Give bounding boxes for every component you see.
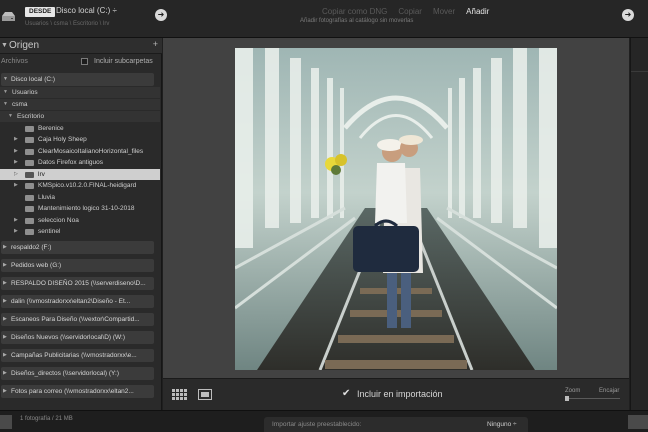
preview-toolbar: ✔ Incluir en importación Zoom Encajar xyxy=(163,378,629,410)
mode-copy-dng[interactable]: Copiar como DNG xyxy=(322,7,387,16)
include-in-import-label[interactable]: Incluir en importación xyxy=(357,389,443,399)
tree-folder[interactable]: ▼ Escritorio xyxy=(0,111,160,122)
import-header: DESDE Disco local (C:) ÷ Usuarios \ csma… xyxy=(0,0,648,38)
preset-label: Importar ajuste preestablecido: xyxy=(272,421,362,428)
expand-triangle-icon[interactable]: ▶ xyxy=(3,277,7,290)
photo-preview[interactable] xyxy=(235,48,557,370)
expand-triangle-icon[interactable]: ▶ xyxy=(14,134,18,145)
preset-value[interactable]: Ninguno ÷ xyxy=(487,421,517,428)
volume-item[interactable]: ▶ RESPALDO DISEÑO 2015 (\\serverdiseno\D… xyxy=(1,277,154,290)
mode-copy[interactable]: Copiar xyxy=(398,7,422,16)
folder-icon xyxy=(25,160,34,166)
folder-icon xyxy=(25,195,34,201)
fit-label: Encajar xyxy=(599,388,620,394)
volume-item[interactable]: ▶ Pedidos web (G:) xyxy=(1,259,154,272)
expand-triangle-icon[interactable]: ▶ xyxy=(14,215,18,226)
bottom-left-button[interactable] xyxy=(0,415,12,429)
mode-move[interactable]: Mover xyxy=(433,7,455,16)
divider xyxy=(631,71,648,72)
volume-item[interactable]: ▶ Campañas Publicitarias (\\vmostradorxx… xyxy=(1,349,154,362)
tree-folder[interactable]: ▶ sentinel xyxy=(0,226,160,237)
volume-item[interactable]: ▶ Diseños_directos (\\servidorlocal) (Y:… xyxy=(1,367,154,380)
volume-item[interactable]: ▶ Escaneos Para Diseño (\\vextor\Compart… xyxy=(1,313,154,326)
expand-triangle-icon[interactable]: ▶ xyxy=(14,146,18,157)
bottom-right-button[interactable] xyxy=(628,415,648,429)
hard-drive-icon xyxy=(2,12,15,21)
loupe-view-icon[interactable] xyxy=(198,389,212,400)
arrow-right-circle-icon[interactable]: ➜ xyxy=(622,9,634,21)
expand-triangle-icon[interactable]: ▼ xyxy=(8,111,13,122)
collapse-triangle-icon[interactable]: ▼ xyxy=(1,42,8,49)
source-panel-title: Origen xyxy=(9,40,40,51)
expand-triangle-icon[interactable]: ▼ xyxy=(3,99,8,110)
include-subfolders-checkbox[interactable] xyxy=(81,58,88,65)
folder-icon xyxy=(25,218,34,224)
expand-triangle-icon[interactable]: ▶ xyxy=(3,331,7,344)
tree-folder-selected[interactable]: ▷ lrv xyxy=(0,169,160,180)
plus-icon[interactable]: + xyxy=(153,39,158,49)
import-mode-tabs: Copiar como DNG Copiar Mover Añadir xyxy=(322,7,489,16)
checkmark-icon[interactable]: ✔ xyxy=(342,388,350,399)
preview-area xyxy=(163,38,629,378)
expand-triangle-icon[interactable]: ▶ xyxy=(14,226,18,237)
folder-icon xyxy=(25,172,34,178)
expand-triangle-icon[interactable]: ▶ xyxy=(3,241,7,254)
folder-icon xyxy=(25,149,34,155)
tree-folder[interactable]: ▼ Usuarios xyxy=(0,87,160,98)
expand-triangle-icon[interactable]: ▷ xyxy=(14,169,18,180)
tree-folder[interactable]: ▶ seleccion Noa xyxy=(0,215,160,226)
folder-icon xyxy=(25,137,34,143)
expand-triangle-icon[interactable]: ▶ xyxy=(14,157,18,168)
volume-item[interactable]: ▶ respaldo2 (F:) xyxy=(1,241,154,254)
volume-item[interactable]: ▶ Diseños Nuevos (\\servidorlocal\D) (W:… xyxy=(1,331,154,344)
source-panel: ▼ Origen + Archivos Incluir subcarpetas … xyxy=(0,38,162,410)
bottom-bar: 1 fotografía / 21 MB Importar ajuste pre… xyxy=(0,410,648,432)
folder-icon xyxy=(25,206,34,212)
grid-view-icon[interactable] xyxy=(172,389,187,400)
mode-add[interactable]: Añadir xyxy=(466,7,489,16)
files-label: Archivos xyxy=(1,58,28,65)
expand-triangle-icon[interactable]: ▶ xyxy=(3,313,7,326)
source-path: Usuarios \ csma \ Escritorio \ lrv xyxy=(25,21,110,27)
source-badge: DESDE xyxy=(25,7,56,17)
tree-folder[interactable]: ▶ ClearMosaicoItalianoHorizontal_files xyxy=(0,146,160,157)
right-panel-collapsed[interactable] xyxy=(630,38,648,410)
expand-triangle-icon[interactable]: ▶ xyxy=(3,367,7,380)
folder-icon xyxy=(25,126,34,132)
zoom-slider-knob[interactable] xyxy=(565,396,569,401)
folder-icon xyxy=(25,229,34,235)
expand-triangle-icon[interactable]: ▶ xyxy=(3,295,7,308)
tree-folder[interactable]: Lluvia xyxy=(0,192,160,203)
expand-triangle-icon[interactable]: ▼ xyxy=(3,87,8,98)
tree-folder[interactable]: ▼ csma xyxy=(0,99,160,110)
photo-count: 1 fotografía / 21 MB xyxy=(20,416,73,422)
tree-folder[interactable]: ▶ Datos Firefox antiguos xyxy=(0,157,160,168)
source-disk-selector[interactable]: Disco local (C:) ÷ xyxy=(56,6,117,15)
tree-folder[interactable]: Berenice xyxy=(0,123,160,134)
tree-folder[interactable]: Mantenimiento logico 31-10-2018 xyxy=(0,203,160,214)
tree-folder[interactable]: ▶ Caja Holy Sheep xyxy=(0,134,160,145)
zoom-label: Zoom xyxy=(565,388,581,394)
expand-triangle-icon[interactable]: ▼ xyxy=(3,73,8,86)
expand-triangle-icon[interactable]: ▶ xyxy=(3,259,7,272)
arrow-right-circle-icon[interactable]: ➜ xyxy=(155,9,167,21)
expand-triangle-icon[interactable]: ▶ xyxy=(3,385,7,398)
volume-item[interactable]: ▶ dalin (\\vmostradorxx\eltan2\Diseño - … xyxy=(1,295,154,308)
zoom-slider-track[interactable] xyxy=(565,398,620,399)
tree-folder[interactable]: ▶ KMSpico.v10.2.0.FINAL-heidigard xyxy=(0,180,160,191)
mode-description: Añadir fotografías al catálogo sin mover… xyxy=(300,18,414,24)
include-subfolders-label: Incluir subcarpetas xyxy=(94,58,153,65)
import-preset-selector[interactable]: Importar ajuste preestablecido: Ninguno … xyxy=(264,417,528,432)
source-panel-header[interactable]: ▼ Origen + xyxy=(0,38,162,54)
volume-item[interactable]: ▶ Fotos para correo (\\vmostradorxx\elta… xyxy=(1,385,154,398)
volume-c[interactable]: ▼ Disco local (C:) xyxy=(1,73,154,86)
expand-triangle-icon[interactable]: ▶ xyxy=(14,180,18,191)
expand-triangle-icon[interactable]: ▶ xyxy=(3,349,7,362)
folder-icon xyxy=(25,183,34,189)
